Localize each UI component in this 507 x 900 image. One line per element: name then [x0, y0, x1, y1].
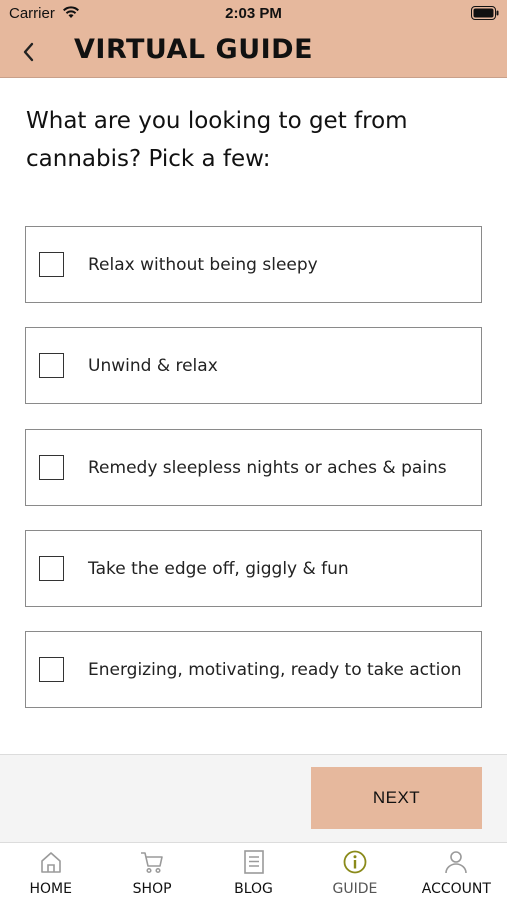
back-button[interactable] — [14, 38, 42, 66]
tab-home[interactable]: HOME — [0, 843, 101, 900]
tab-label: GUIDE — [332, 881, 378, 897]
option-label: Remedy sleepless nights or aches & pains — [88, 457, 447, 478]
cart-icon — [141, 852, 163, 874]
tab-label: SHOP — [132, 881, 172, 897]
option-label: Relax without being sleepy — [88, 254, 318, 275]
battery-icon — [471, 6, 499, 20]
home-icon — [40, 852, 61, 873]
tab-bar: HOME SHOP BLOG GUIDE ACCOUNT — [0, 842, 507, 900]
option-unwind-relax[interactable]: Unwind & relax — [25, 327, 482, 404]
tab-label: ACCOUNT — [421, 881, 491, 897]
checkbox[interactable] — [39, 252, 64, 277]
option-take-edge-off[interactable]: Take the edge off, giggly & fun — [25, 530, 482, 607]
tab-blog[interactable]: BLOG — [203, 843, 304, 900]
option-remedy-sleepless[interactable]: Remedy sleepless nights or aches & pains — [25, 429, 482, 506]
tab-label: HOME — [29, 881, 72, 897]
tab-account[interactable]: ACCOUNT — [406, 843, 507, 900]
page-title: VIRTUAL GUIDE — [74, 34, 314, 65]
tab-guide[interactable]: GUIDE — [304, 843, 405, 900]
info-icon — [343, 850, 367, 874]
chevron-left-icon — [23, 42, 34, 62]
option-label: Unwind & relax — [88, 355, 218, 376]
checkbox[interactable] — [39, 353, 64, 378]
header-bar: Carrier 2:03 PM VIRTUAL GUIDE — [0, 0, 507, 78]
next-button[interactable]: NEXT — [311, 767, 482, 829]
option-relax-without-sleepy[interactable]: Relax without being sleepy — [25, 226, 482, 303]
status-time: 2:03 PM — [225, 5, 282, 22]
checkbox[interactable] — [39, 455, 64, 480]
checkbox[interactable] — [39, 556, 64, 581]
option-energizing[interactable]: Energizing, motivating, ready to take ac… — [25, 631, 482, 708]
tab-label: BLOG — [234, 881, 273, 897]
tab-shop[interactable]: SHOP — [101, 843, 202, 900]
status-bar: Carrier 2:03 PM — [0, 0, 507, 28]
checkbox[interactable] — [39, 657, 64, 682]
option-label: Take the edge off, giggly & fun — [88, 558, 349, 579]
document-icon — [243, 850, 264, 874]
question-prompt: What are you looking to get from cannabi… — [26, 108, 408, 172]
person-icon — [445, 851, 468, 874]
option-label: Energizing, motivating, ready to take ac… — [88, 659, 462, 680]
